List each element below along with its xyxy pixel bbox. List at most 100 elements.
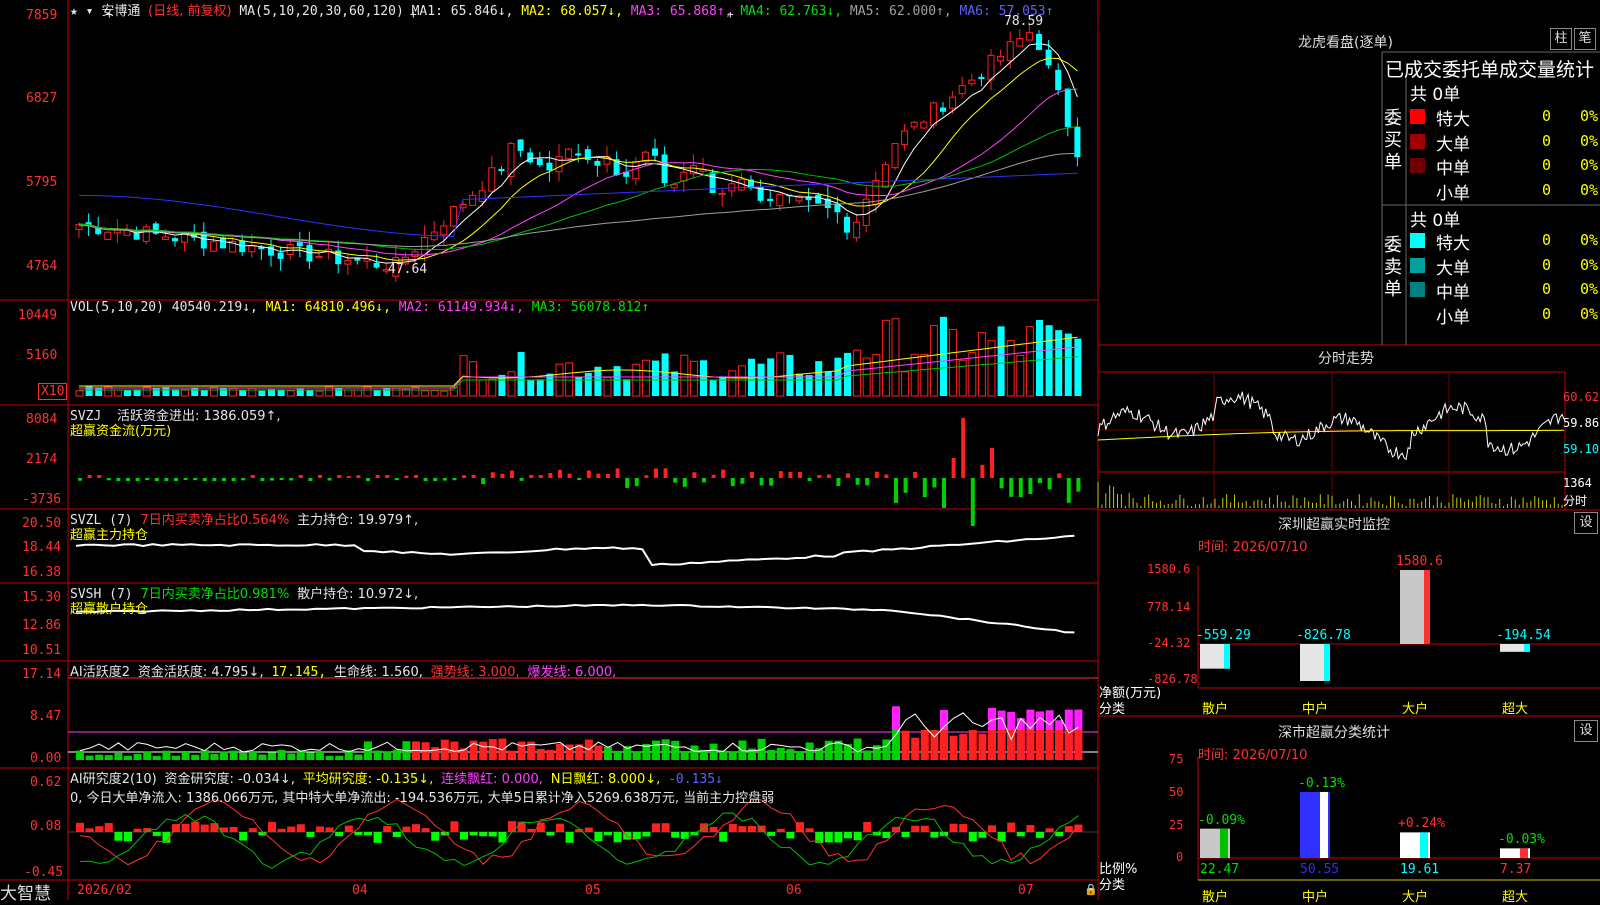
research-bar [268, 822, 276, 832]
vol-unit-button[interactable]: X10 [38, 383, 68, 400]
candle-body [449, 206, 457, 227]
fund-flow-bar [903, 478, 908, 493]
sz-settings-button[interactable]: 设 [1574, 512, 1598, 534]
activity-bar [786, 749, 795, 760]
research-bar [181, 823, 190, 832]
tick-view-button[interactable]: 笔 [1574, 28, 1596, 50]
fund-flow-bar [788, 471, 793, 478]
volume-bar [440, 390, 449, 397]
buy-row-count: 0 [1542, 156, 1552, 174]
sell-row-count: 0 [1542, 280, 1552, 298]
candle-body [728, 183, 736, 192]
svsh-tick: 15.30 [22, 590, 62, 605]
candle-body [776, 193, 784, 207]
activity-bar [805, 742, 814, 760]
fund-flow-bar [1076, 478, 1081, 492]
candle-body [104, 231, 112, 240]
volume-bar [872, 354, 881, 397]
volume-bar [248, 387, 257, 397]
research-bar [1036, 832, 1044, 838]
activity-bar [220, 751, 228, 760]
candle-body [161, 236, 169, 241]
research-bar [959, 824, 968, 832]
activity-bar [517, 741, 526, 760]
volume-bar [776, 352, 785, 397]
candle-body [997, 55, 1005, 62]
class-settings-button[interactable]: 设 [1574, 720, 1598, 742]
fund-flow-bar [510, 470, 514, 478]
class-axis-tick: 75 [1169, 752, 1184, 766]
volume-bar [527, 379, 535, 396]
fund-flow-bar [615, 468, 620, 478]
class-bar-change: -0.09% [1198, 812, 1245, 828]
volume-bar [488, 378, 497, 397]
period-label[interactable]: (日线, 前复权) [148, 4, 231, 19]
svsh-tick: 10.51 [22, 643, 62, 658]
class-bar-value: 7.37 [1500, 862, 1532, 877]
activity-bar [95, 754, 104, 760]
activity-bar [901, 730, 910, 760]
brand-logo[interactable]: 大智慧 [0, 879, 51, 904]
research-bar [988, 825, 996, 832]
activity-bar [844, 744, 852, 760]
fund-flow-bar [462, 475, 466, 478]
activity-bar [1064, 730, 1073, 760]
bar-view-button[interactable]: 柱 [1550, 28, 1572, 50]
buy-total: 共 0单 [1410, 85, 1461, 105]
candle-body [680, 171, 688, 182]
fund-flow-bar [913, 471, 918, 478]
stock-name[interactable]: 安博通 [101, 4, 140, 19]
svsh-tick: 12.86 [22, 618, 62, 633]
volume-bar [881, 319, 890, 397]
research-bar [882, 832, 891, 838]
candle-body [910, 121, 918, 128]
research-bar [412, 824, 420, 832]
fund-flow-bar [1018, 478, 1023, 498]
buy-row-name: 特大 [1436, 110, 1470, 130]
sell-row-swatch [1410, 257, 1425, 273]
research-bar [296, 824, 305, 832]
candle-body [1006, 41, 1014, 62]
fund-flow-bar [366, 478, 370, 481]
activity-bar [181, 751, 190, 760]
volume-bar [239, 389, 247, 396]
research-bar [239, 832, 248, 841]
volume-bar [392, 387, 401, 397]
research-bar [930, 832, 939, 838]
fund-flow-bar [87, 475, 92, 478]
candle-body [862, 198, 870, 227]
candle-body [440, 225, 448, 236]
research-bar [968, 832, 977, 842]
volume-bar [383, 387, 391, 396]
candle-body [133, 232, 140, 240]
chart-canvas[interactable]: + + + [0, 0, 1600, 900]
candle-body [1025, 32, 1033, 41]
candle-body [517, 139, 524, 151]
research-bar [949, 823, 958, 832]
research-bar [863, 821, 872, 832]
candle-body [248, 245, 256, 253]
main-header: ★ ▾ 安博通 (日线, 前复权) MA(5,10,20,30,60,120) … [70, 4, 1054, 19]
volume-bar [286, 390, 295, 397]
activity-bar [488, 739, 497, 760]
candle-body [632, 160, 640, 180]
price-tick: 5795 [26, 175, 58, 190]
fund-flow-bar [778, 471, 783, 478]
research-bar [834, 832, 843, 843]
lock-icon[interactable]: 🔒 [1084, 883, 1098, 896]
fund-flow-bar [673, 478, 678, 483]
candle-body [565, 148, 573, 160]
candle-body [844, 216, 850, 233]
research-bar [1045, 828, 1054, 832]
ai2-tick: 0.62 [30, 775, 62, 790]
volume-bar [113, 389, 122, 397]
research-bar [911, 825, 920, 832]
activity-bar [671, 740, 680, 760]
svzj-sub: 超赢资金流(万元) [70, 424, 172, 439]
candle-body [277, 252, 284, 259]
fund-flow-bar [375, 475, 380, 478]
sz-axis-tick: 778.14 [1147, 600, 1191, 614]
svzl-tick: 18.44 [22, 540, 62, 555]
volume-bar [469, 361, 478, 397]
sell-row-pct: 0% [1580, 255, 1599, 274]
